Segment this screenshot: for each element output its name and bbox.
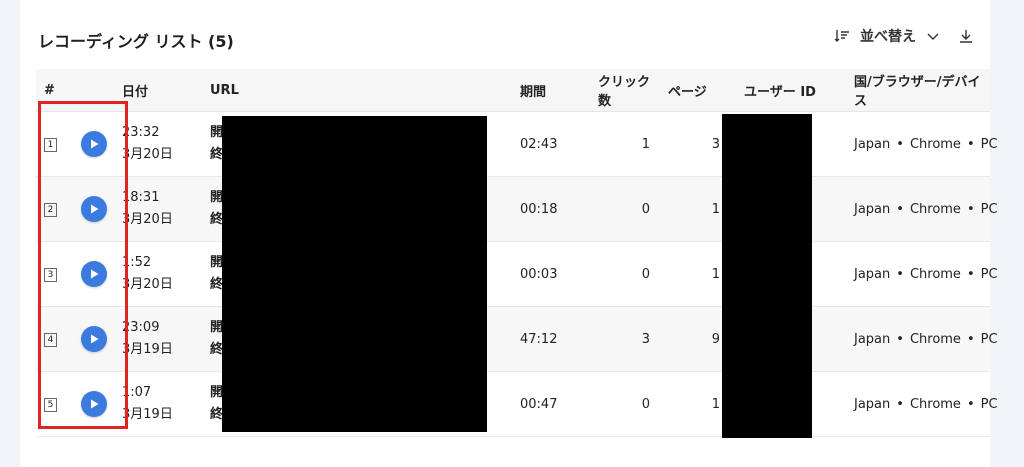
date-cell: 1:52 3月20日	[122, 252, 210, 296]
table-header: # 日付 URL 期間 クリック数 ページ ユーザー ID 国/ブラウザー/デバ…	[36, 69, 990, 112]
date-text: 3月20日	[122, 277, 173, 292]
table-row[interactable]: 4 23:09 3月19日 開始時: 終了時: 47:12 3 9 Japan•…	[36, 307, 998, 372]
date-text: 3月19日	[122, 342, 173, 357]
time-text: 23:32	[122, 125, 160, 140]
table-row[interactable]: 5 1:07 3月19日 開始時: 終了時: 00:47 0 1 Japan•C…	[36, 372, 998, 437]
download-icon[interactable]	[958, 28, 974, 44]
time-text: 1:52	[122, 255, 152, 270]
table-row[interactable]: 1 23:32 3月20日 開始時: 終了時: 02:43 1 3 Japan•…	[36, 112, 998, 177]
duration-cell: 00:47	[520, 396, 558, 412]
duration-cell: 02:43	[520, 136, 558, 152]
separator-dot: •	[966, 331, 975, 347]
clicks-cell: 1	[641, 136, 650, 152]
time-text: 23:09	[122, 320, 160, 335]
separator-dot: •	[896, 331, 904, 347]
pages-cell: 9	[711, 331, 720, 347]
clicks-cell: 0	[641, 266, 650, 282]
url-redaction	[222, 116, 487, 432]
sort-icon[interactable]	[834, 28, 850, 44]
date-text: 3月19日	[122, 407, 173, 422]
date-cell: 18:31 3月20日	[122, 187, 210, 231]
device-text: PC	[980, 331, 998, 347]
device-text: PC	[980, 396, 998, 412]
col-date-header[interactable]: 日付	[122, 81, 210, 100]
col-num-header: #	[44, 82, 55, 98]
sort-label[interactable]: 並べ替え	[860, 26, 916, 46]
page-title: レコーディング リスト (5)	[38, 32, 234, 51]
col-user-header: ユーザー ID	[744, 84, 816, 100]
col-url-header: URL	[210, 82, 239, 98]
col-clicks-header[interactable]: クリック数	[590, 71, 650, 109]
geo-cell: Japan • Chrome • PC	[840, 331, 998, 347]
col-geo-header: 国/ブラウザー/デバイス	[854, 75, 981, 109]
separator-dot: •	[896, 266, 904, 282]
browser-text: Chrome	[909, 396, 961, 412]
duration-cell: 00:03	[520, 266, 558, 282]
table-row[interactable]: 2 18:31 3月20日 開始時: 終了時: 00:18 0 1 Japan•…	[36, 177, 998, 242]
date-text: 3月20日	[122, 212, 173, 227]
pages-cell: 1	[711, 396, 720, 412]
date-cell: 23:32 3月20日	[122, 122, 210, 166]
table-row[interactable]: 3 1:52 3月20日 開始時: 終了時: 00:03 0 1 Japan•C…	[36, 242, 998, 307]
duration-cell: 00:18	[520, 201, 558, 217]
browser-text: Chrome	[909, 331, 961, 347]
country-text: Japan	[854, 136, 891, 152]
separator-dot: •	[966, 136, 975, 152]
separator-dot: •	[896, 201, 904, 217]
device-text: PC	[980, 136, 998, 152]
user-redaction	[722, 114, 812, 438]
separator-dot: •	[966, 396, 975, 412]
pages-cell: 3	[711, 136, 720, 152]
browser-text: Chrome	[909, 201, 961, 217]
pages-cell: 1	[711, 201, 720, 217]
geo-cell: Japan • Chrome • PC	[840, 266, 998, 282]
pages-cell: 1	[711, 266, 720, 282]
separator-dot: •	[966, 201, 975, 217]
country-text: Japan	[854, 201, 891, 217]
separator-dot: •	[896, 136, 904, 152]
highlight-box	[38, 101, 128, 429]
clicks-cell: 0	[641, 396, 650, 412]
toolbar: 並べ替え	[834, 26, 974, 46]
separator-dot: •	[896, 396, 904, 412]
chevron-down-icon[interactable]	[926, 29, 940, 43]
separator-dot: •	[966, 266, 975, 282]
geo-cell: Japan • Chrome • PC	[840, 136, 998, 152]
date-cell: 1:07 3月19日	[122, 382, 210, 426]
recordings-table: # 日付 URL 期間 クリック数 ページ ユーザー ID 国/ブラウザー/デバ…	[36, 69, 998, 437]
time-text: 1:07	[122, 385, 152, 400]
time-text: 18:31	[122, 190, 160, 205]
browser-text: Chrome	[909, 266, 961, 282]
col-duration-header[interactable]: 期間	[520, 81, 590, 100]
date-text: 3月20日	[122, 147, 173, 162]
geo-cell: Japan • Chrome • PC	[840, 396, 998, 412]
date-cell: 23:09 3月19日	[122, 317, 210, 361]
country-text: Japan	[854, 266, 891, 282]
country-text: Japan	[854, 331, 891, 347]
clicks-cell: 0	[641, 201, 650, 217]
clicks-cell: 3	[641, 331, 650, 347]
device-text: PC	[980, 201, 998, 217]
col-pages-header[interactable]: ページ	[650, 81, 720, 100]
device-text: PC	[980, 266, 998, 282]
duration-cell: 47:12	[520, 331, 558, 347]
recordings-panel: レコーディング リスト (5) 並べ替え # 日付 URL 期間 クリック数 ペ…	[20, 0, 998, 467]
geo-cell: Japan • Chrome • PC	[840, 201, 998, 217]
browser-text: Chrome	[909, 136, 961, 152]
country-text: Japan	[854, 396, 891, 412]
